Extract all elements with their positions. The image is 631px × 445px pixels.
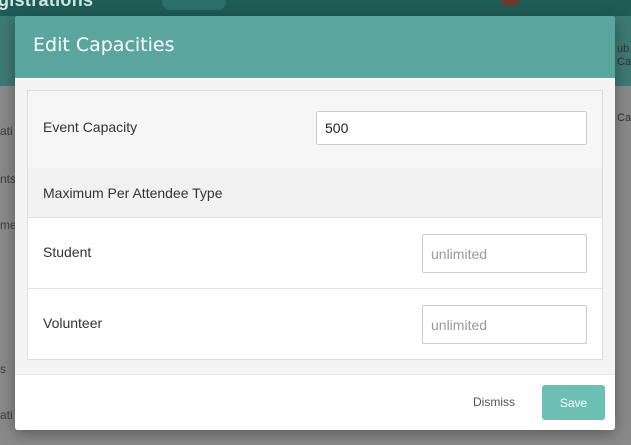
background-right-text: Ca [617, 56, 631, 68]
event-capacity-input[interactable] [316, 111, 587, 145]
background-right-text: Ca [617, 112, 631, 124]
edit-capacities-modal: Edit Capacities Event Capacity Maximum P… [15, 16, 615, 430]
event-capacity-row: Event Capacity [28, 91, 602, 168]
attendee-type-label: Volunteer [43, 315, 103, 331]
background-right-text: ub [617, 43, 630, 55]
app-title: gistrations [0, 0, 94, 10]
event-capacity-label: Event Capacity [43, 119, 138, 135]
top-nav-pill [162, 0, 226, 10]
attendee-type-label: Student [43, 244, 92, 260]
dismiss-button[interactable]: Dismiss [463, 385, 525, 419]
sidebar-item: ati [0, 408, 13, 422]
modal-body: Event Capacity Maximum Per Attendee Type… [15, 78, 615, 374]
app-top-bar: gistrations [0, 0, 631, 16]
save-button[interactable]: Save [542, 385, 605, 420]
modal-footer: Dismiss Save [15, 374, 615, 430]
attendee-type-row-student: Student [28, 219, 602, 289]
avatar [500, 0, 520, 6]
student-capacity-input[interactable] [422, 234, 587, 273]
attendee-type-row-volunteer: Volunteer [28, 290, 602, 360]
sidebar-item: nts [0, 172, 17, 186]
capacities-panel: Event Capacity Maximum Per Attendee Type… [27, 90, 603, 360]
attendee-type-section-header: Maximum Per Attendee Type [28, 168, 602, 218]
modal-title: Edit Capacities [33, 34, 175, 56]
sidebar-item: ati [0, 124, 13, 138]
section-label: Maximum Per Attendee Type [43, 185, 223, 201]
sidebar-item: s [0, 362, 6, 376]
volunteer-capacity-input[interactable] [422, 305, 587, 344]
modal-header: Edit Capacities [15, 16, 615, 78]
